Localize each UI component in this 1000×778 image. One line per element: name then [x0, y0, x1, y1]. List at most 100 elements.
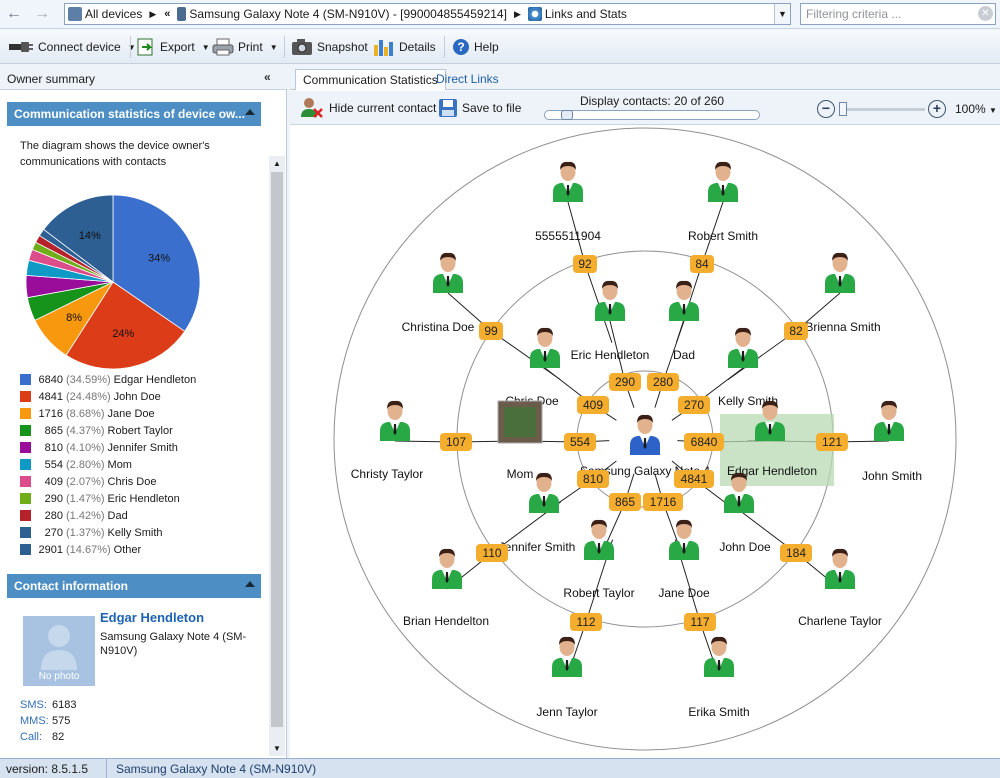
legend-percent: (1.42%) — [66, 509, 105, 522]
bar-chart-icon — [374, 40, 393, 56]
details-button[interactable]: Details — [373, 36, 436, 58]
collapse-panel-button[interactable]: « — [264, 70, 271, 84]
scroll-down-icon[interactable]: ▼ — [273, 744, 281, 753]
person-icon — [432, 548, 462, 589]
collapse-section-icon[interactable] — [245, 581, 255, 587]
contact-label: Christina Doe — [402, 320, 475, 334]
scrollbar-thumb[interactable] — [271, 172, 283, 727]
tab-direct-links[interactable]: Direct Links — [429, 69, 506, 90]
legend-label: Eric Hendleton — [107, 492, 180, 505]
slider-thumb[interactable] — [560, 110, 573, 120]
contact-node[interactable]: Kelly Smith270 — [678, 327, 778, 414]
legend-item: 865 (4.37%) Robert Taylor — [20, 422, 265, 439]
legend-label: Other — [113, 543, 142, 556]
dropdown-arrow-icon: ▼ — [989, 106, 997, 115]
clear-icon[interactable]: ✕ — [978, 6, 993, 21]
snapshot-button[interactable]: Snapshot — [291, 36, 368, 58]
count-label: 270 — [684, 398, 704, 412]
legend-label: Edgar Hendleton — [113, 373, 197, 386]
contact-label: Mom — [507, 467, 534, 481]
legend-swatch — [20, 493, 31, 504]
legend-item: 4841 (24.48%) John Doe — [20, 388, 265, 405]
links-icon — [527, 7, 542, 21]
count-label: 99 — [484, 324, 498, 338]
count-label: 810 — [583, 472, 603, 486]
contact-name: Edgar Hendleton — [100, 610, 205, 625]
legend-swatch — [20, 476, 31, 487]
contact-section-header[interactable]: Contact information — [7, 574, 261, 598]
main-toolbar: Connect device ▼ Export ▼ Print ▼ Snapshot … — [0, 30, 1000, 64]
zoom-level-dropdown[interactable]: 100% ▼ — [955, 102, 997, 116]
graph-panel: Communication Statistics Direct Links Hi… — [290, 66, 1000, 758]
scroll-up-icon[interactable]: ▲ — [273, 159, 281, 168]
person-icon — [380, 400, 410, 441]
legend-label: Robert Taylor — [107, 424, 173, 437]
contact-node[interactable]: Erika Smith 117 — [684, 613, 750, 719]
breadcrumb-arrow-icon: ▶ — [513, 8, 521, 19]
dropdown-arrow-icon: ▼ — [269, 42, 278, 52]
person-icon — [530, 327, 560, 368]
contact-node[interactable]: Jane Doe 1716 — [643, 493, 710, 600]
count-label: 409 — [583, 398, 603, 412]
contact-node[interactable]: Brienna Smith82 — [784, 252, 881, 340]
contact-label: Eric Hendleton — [571, 348, 650, 362]
back-button[interactable]: ← — [3, 4, 25, 24]
help-button[interactable]: ? Help — [452, 36, 499, 58]
connect-device-button[interactable]: Connect device ▼ — [8, 36, 136, 58]
breadcrumb-arrow-icon: ▶ — [149, 8, 157, 19]
stats-section-header[interactable]: Communication statistics of device ow... — [7, 102, 261, 126]
person-icon — [433, 252, 463, 293]
contact-node[interactable]: Jenn Taylor 112 — [536, 613, 602, 719]
breadcrumb-all-devices[interactable]: All devices — [65, 7, 145, 21]
zoom-in-button[interactable]: + — [928, 100, 946, 118]
legend-label: Jane Doe — [107, 407, 155, 420]
breadcrumb-links-and-stats[interactable]: Links and Stats — [525, 7, 630, 21]
tab-communication-statistics[interactable]: Communication Statistics — [295, 69, 446, 90]
collapse-section-icon[interactable] — [245, 109, 255, 115]
forward-button[interactable]: → — [31, 4, 53, 24]
left-scrollbar[interactable]: ▲ ▼ — [269, 156, 285, 756]
legend-swatch — [20, 425, 31, 436]
legend-item: 6840 (34.59%) Edgar Hendleton — [20, 371, 265, 388]
legend-label: Kelly Smith — [107, 526, 163, 539]
legend-swatch — [20, 408, 31, 419]
zoom-slider[interactable] — [839, 102, 925, 116]
hide-contact-button[interactable]: Hide current contact — [299, 97, 436, 119]
devices-icon — [68, 7, 82, 21]
count-label: 1716 — [650, 495, 677, 509]
count-label: 554 — [570, 435, 590, 449]
legend-swatch — [20, 391, 31, 402]
legend-percent: (2.80%) — [66, 458, 105, 471]
owner-summary-panel: Owner summary « Communication statistics… — [0, 66, 287, 758]
person-icon — [595, 280, 625, 321]
contact-label: Jane Doe — [658, 586, 710, 600]
breadcrumb[interactable]: All devices ▶ « Samsung Galaxy Note 4 (S… — [64, 3, 791, 25]
contact-node[interactable]: 5555511904 92 — [535, 161, 601, 273]
contact-node[interactable]: Brian Hendelton 110 — [403, 544, 508, 628]
collapse-icon[interactable]: « — [160, 8, 174, 20]
save-to-file-button[interactable]: Save to file — [438, 97, 521, 119]
communication-graph[interactable]: Samsung Galaxy Note 4555551190492Robert … — [290, 126, 1000, 758]
legend-swatch — [20, 442, 31, 453]
breadcrumb-device[interactable]: Samsung Galaxy Note 4 (SM-N910V) - [9900… — [174, 7, 510, 21]
print-button[interactable]: Print ▼ — [212, 36, 278, 58]
breadcrumb-dropdown-button[interactable]: ▼ — [774, 4, 790, 24]
mms-count: MMS: 575 — [20, 715, 71, 727]
owner-device-icon[interactable] — [630, 414, 660, 455]
legend-item: 810 (4.10%) Jennifer Smith — [20, 439, 265, 456]
contact-label: Dad — [673, 348, 695, 362]
camera-icon — [292, 39, 312, 55]
contact-label: Robert Taylor — [563, 586, 634, 600]
zoom-slider-thumb[interactable] — [839, 102, 847, 116]
contact-node[interactable]: Robert Smith 84 — [688, 161, 758, 273]
graph-nodes[interactable]: Samsung Galaxy Note 4555551190492Robert … — [351, 161, 922, 719]
person-icon — [529, 472, 559, 513]
export-button[interactable]: Export ▼ — [136, 36, 210, 58]
legend-percent: (4.10%) — [66, 441, 105, 454]
display-contacts-slider[interactable] — [544, 110, 760, 120]
legend-item: 2901 (14.67%) Other — [20, 541, 265, 558]
filter-input[interactable]: Filtering criteria ... — [800, 3, 996, 25]
zoom-out-button[interactable]: − — [817, 100, 835, 118]
printer-icon — [212, 38, 234, 56]
contact-node[interactable]: Charlene Taylor 184 — [780, 544, 882, 628]
